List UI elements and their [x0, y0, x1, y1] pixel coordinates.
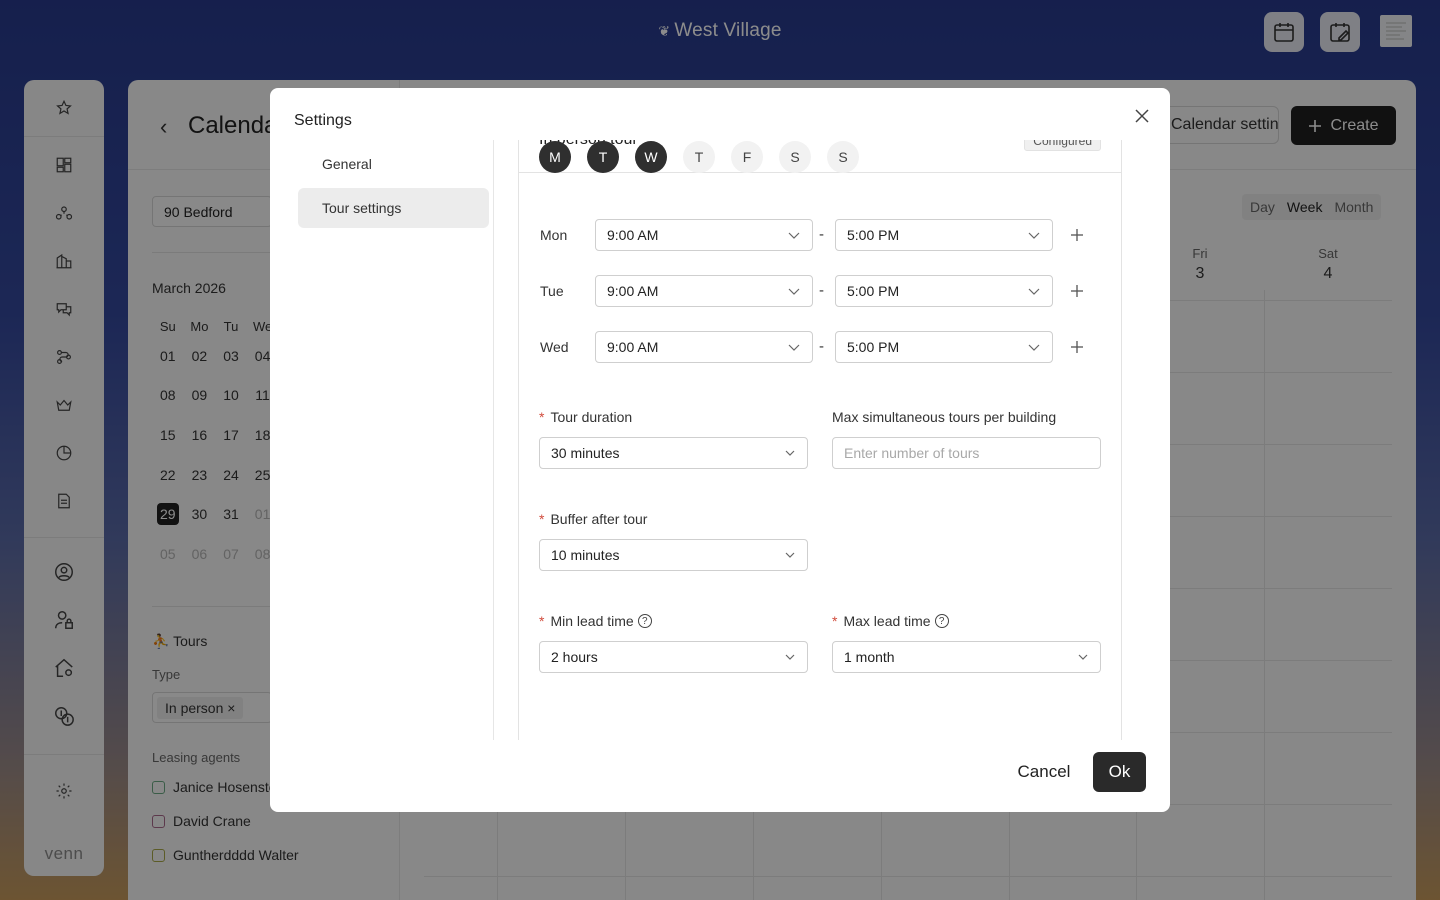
required-mark: * [539, 511, 545, 527]
required-mark: * [539, 613, 545, 629]
chevron-down-icon [788, 288, 800, 295]
add-time-button[interactable] [1069, 339, 1085, 355]
max-lead-value: 1 month [844, 649, 895, 665]
start-time-select-value: 9:00 AM [607, 283, 659, 299]
start-time-select-value: 9:00 AM [607, 227, 659, 243]
status-badge: Configured [1024, 140, 1101, 151]
day-toggle[interactable]: T [683, 141, 715, 173]
min-lead-label-text: Min lead time [550, 613, 634, 629]
required-mark: * [832, 613, 838, 629]
buffer-after-label: * Buffer after tour [539, 511, 647, 527]
buffer-after-label-text: Buffer after tour [550, 511, 648, 527]
chevron-down-icon [788, 232, 800, 239]
chevron-down-icon [785, 552, 795, 558]
time-separator: - [819, 282, 824, 299]
nav-tour-settings[interactable]: Tour settings [298, 188, 489, 228]
day-toggle[interactable]: T [587, 141, 619, 173]
max-simultaneous-input[interactable] [832, 437, 1101, 469]
start-time-select-value: 9:00 AM [607, 339, 659, 355]
chevron-down-icon [785, 654, 795, 660]
min-lead-select[interactable]: 2 hours [539, 641, 808, 673]
tour-duration-select[interactable]: 30 minutes [539, 437, 808, 469]
buffer-after-select[interactable]: 10 minutes [539, 539, 808, 571]
tour-settings-content[interactable]: In person tour Configured MTWTFSS Mon9:0… [494, 140, 1146, 740]
time-separator: - [819, 338, 824, 355]
day-toggle[interactable]: S [827, 141, 859, 173]
max-lead-label: * Max lead time ? [832, 613, 949, 629]
time-separator: - [819, 226, 824, 243]
end-time-select-value: 5:00 PM [847, 283, 900, 299]
tour-duration-label-text: Tour duration [550, 409, 633, 425]
required-mark: * [539, 409, 545, 425]
end-time-select-value: 5:00 PM [847, 227, 900, 243]
plus-icon [1071, 229, 1083, 241]
max-lead-label-text: Max lead time [843, 613, 931, 629]
tour-duration-value: 30 minutes [551, 445, 620, 461]
schedule-day-label: Mon [540, 227, 568, 243]
close-button[interactable] [1132, 106, 1152, 126]
max-lead-select[interactable]: 1 month [832, 641, 1101, 673]
plus-icon [1071, 341, 1083, 353]
day-toggle[interactable]: M [539, 141, 571, 173]
close-icon [1135, 109, 1149, 123]
chevron-down-icon [1028, 344, 1040, 351]
start-time-select[interactable]: 9:00 AM [595, 275, 813, 307]
chevron-down-icon [1078, 654, 1088, 660]
schedule-day-label: Wed [540, 339, 569, 355]
section-divider [519, 172, 1121, 173]
day-toggle[interactable]: F [731, 141, 763, 173]
day-toggle[interactable]: W [635, 141, 667, 173]
end-time-select[interactable]: 5:00 PM [835, 331, 1053, 363]
start-time-select[interactable]: 9:00 AM [595, 219, 813, 251]
add-time-button[interactable] [1069, 283, 1085, 299]
ok-button[interactable]: Ok [1093, 752, 1146, 792]
chevron-down-icon [788, 344, 800, 351]
nav-general[interactable]: General [298, 144, 489, 184]
chevron-down-icon [785, 450, 795, 456]
min-lead-label: * Min lead time ? [539, 613, 652, 629]
add-time-button[interactable] [1069, 227, 1085, 243]
settings-modal: Settings General Tour settings In person… [270, 88, 1170, 812]
buffer-after-value: 10 minutes [551, 547, 620, 563]
help-icon[interactable]: ? [934, 614, 949, 628]
chevron-down-icon [1028, 288, 1040, 295]
plus-icon [1071, 285, 1083, 297]
end-time-select[interactable]: 5:00 PM [835, 275, 1053, 307]
tour-duration-label: * Tour duration [539, 409, 632, 425]
min-lead-value: 2 hours [551, 649, 598, 665]
modal-title: Settings [294, 112, 352, 129]
end-time-select-value: 5:00 PM [847, 339, 900, 355]
schedule-day-label: Tue [540, 283, 564, 299]
start-time-select[interactable]: 9:00 AM [595, 331, 813, 363]
chevron-down-icon [1028, 232, 1040, 239]
help-icon[interactable]: ? [637, 614, 652, 628]
day-toggle[interactable]: S [779, 141, 811, 173]
in-person-tour-section: In person tour Configured MTWTFSS Mon9:0… [518, 140, 1122, 740]
end-time-select[interactable]: 5:00 PM [835, 219, 1053, 251]
max-simultaneous-label: Max simultaneous tours per building [832, 409, 1057, 425]
cancel-button[interactable]: Cancel [1004, 752, 1084, 792]
